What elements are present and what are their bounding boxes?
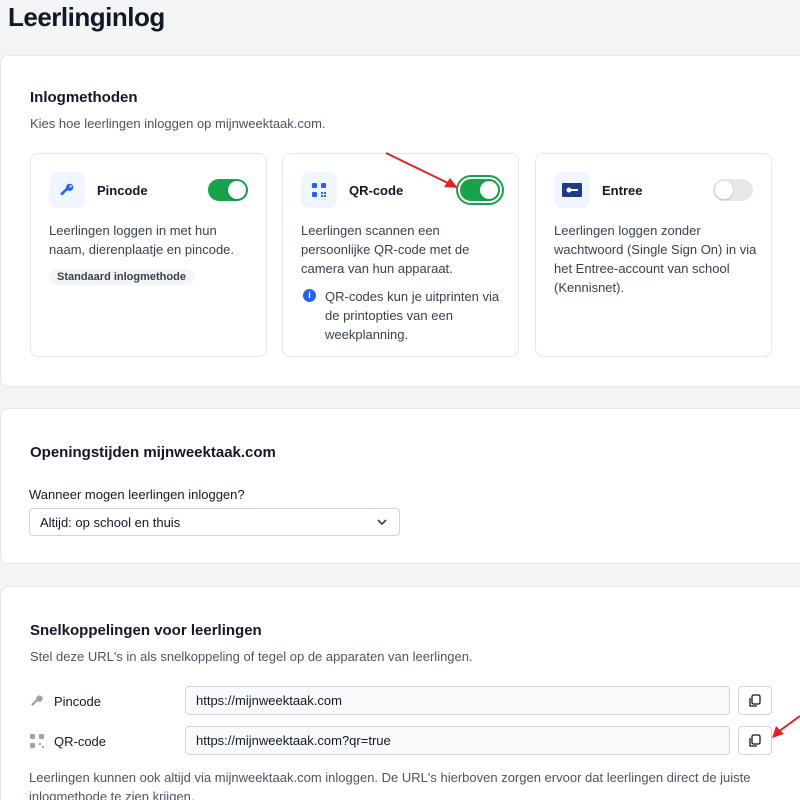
shortcuts-description: Stel deze URL's in als snelkoppeling of …: [30, 649, 473, 664]
toggle-pincode[interactable]: [208, 179, 248, 201]
opening-hours-select[interactable]: Altijd: op school en thuis: [29, 508, 400, 536]
shortcut-label-pincode: Pincode: [54, 694, 101, 709]
shortcut-label-qr-code: QR-code: [54, 734, 107, 749]
toggle-entree[interactable]: [713, 179, 753, 201]
method-card-entree: Entree Leerlingen loggen zonder wachtwoo…: [535, 153, 772, 357]
method-name-entree: Entree: [602, 183, 643, 198]
qr-code-icon: [30, 734, 44, 748]
toggle-knob: [715, 181, 733, 199]
copy-url-pincode-button[interactable]: [738, 686, 772, 715]
toggle-qr-code[interactable]: [456, 175, 504, 205]
shortcut-url-pincode[interactable]: https://mijnweektaak.com: [185, 686, 730, 715]
qr-code-icon: [301, 172, 337, 208]
chevron-down-icon: [377, 519, 387, 526]
method-description-entree: Leerlingen loggen zonder wachtwoord (Sin…: [554, 223, 757, 295]
opening-hours-selected-value: Altijd: op school en thuis: [40, 515, 181, 530]
copy-icon: [749, 733, 761, 747]
opening-hours-title: Openingstijden mijnweektaak.com: [30, 444, 276, 461]
method-card-qr-code: QR-code Leerlingen scannen een persoonli…: [282, 153, 519, 357]
login-methods-card: Inlogmethoden Kies hoe leerlingen inlogg…: [0, 55, 800, 387]
opening-hours-question: Wanneer mogen leerlingen inloggen?: [29, 487, 245, 502]
login-methods-title: Inlogmethoden: [30, 89, 138, 106]
method-name-pincode: Pincode: [97, 183, 148, 198]
toggle-knob: [228, 181, 246, 199]
default-method-badge: Standaard inlogmethode: [49, 269, 194, 285]
opening-hours-card: Openingstijden mijnweektaak.com: [0, 408, 800, 564]
shortcut-url-qr-code[interactable]: https://mijnweektaak.com?qr=true: [185, 726, 730, 755]
method-description-pincode: Leerlingen loggen in met hun naam, diere…: [49, 223, 235, 257]
shortcut-url-text: https://mijnweektaak.com: [196, 693, 342, 708]
entree-logo-icon: [554, 172, 590, 208]
copy-icon: [749, 693, 761, 707]
shortcut-url-text: https://mijnweektaak.com?qr=true: [196, 733, 391, 748]
key-icon: [30, 695, 43, 706]
method-name-qr-code: QR-code: [349, 183, 404, 198]
qr-info-note: i QR-codes kun je uitprinten via de prin…: [301, 287, 506, 344]
shortcuts-title: Snelkoppelingen voor leerlingen: [30, 622, 262, 639]
method-card-pincode: Pincode Leerlingen loggen in met hun naa…: [30, 153, 267, 357]
toggle-knob: [480, 181, 498, 199]
method-description-qr-code: Leerlingen scannen een persoonlijke QR-c…: [301, 223, 470, 276]
key-icon: [49, 172, 85, 208]
info-icon: i: [303, 289, 316, 302]
copy-url-qr-code-button[interactable]: [738, 726, 772, 755]
login-methods-description: Kies hoe leerlingen inloggen op mijnweek…: [30, 116, 326, 131]
qr-info-text: QR-codes kun je uitprinten via de printo…: [325, 289, 500, 342]
shortcuts-footer-text: Leerlingen kunnen ook altijd via mijnwee…: [29, 770, 751, 800]
page-title: Leerlinginlog: [8, 2, 165, 32]
